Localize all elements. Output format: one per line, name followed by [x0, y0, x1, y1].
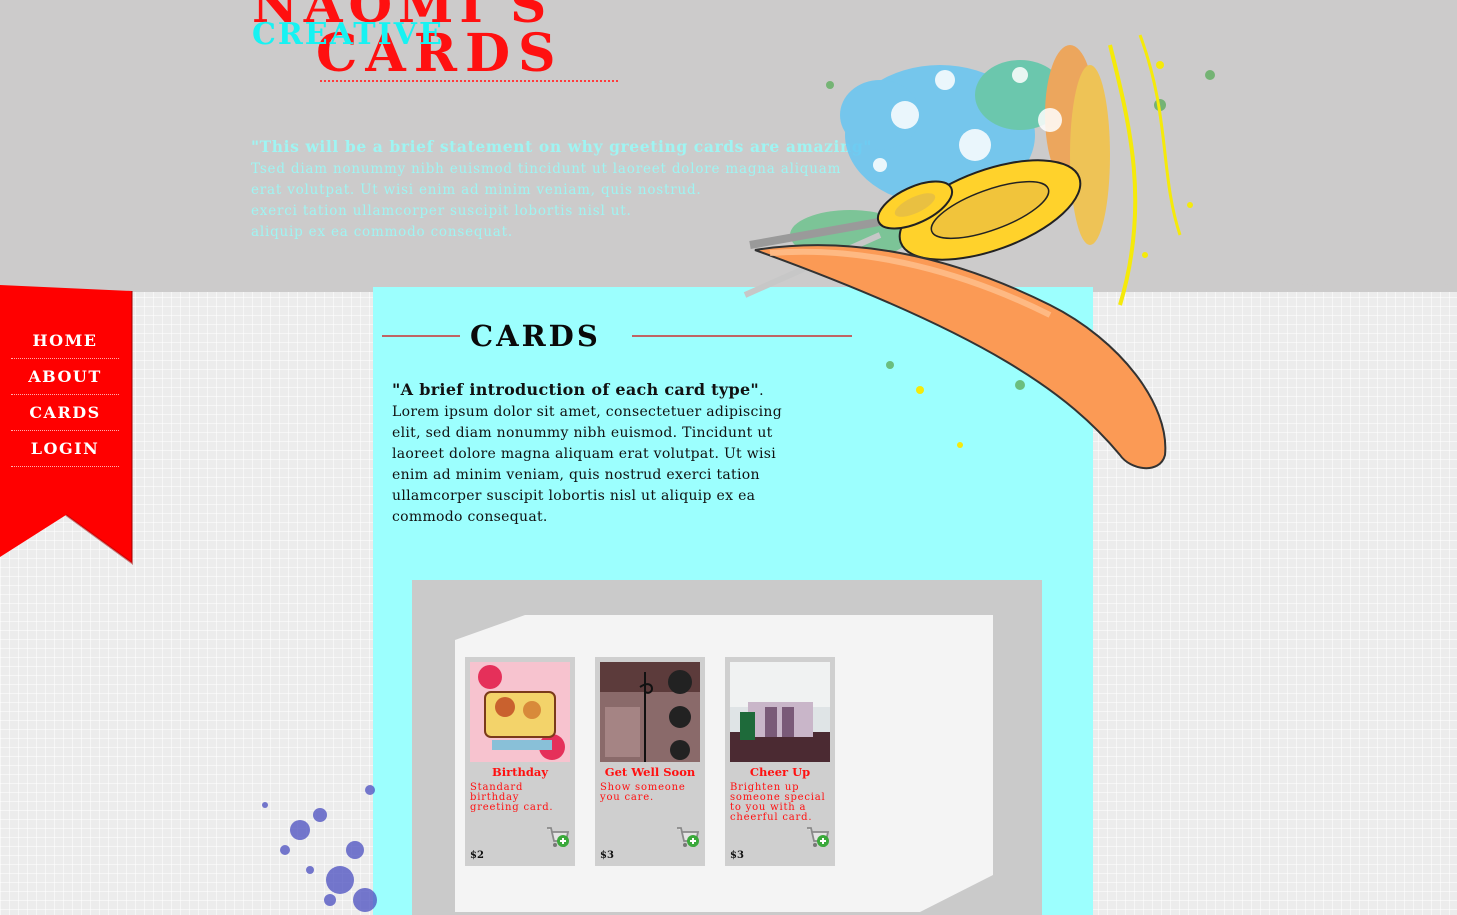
get-well-soon-card-image[interactable] [600, 662, 700, 762]
purple-paint-splatter [262, 785, 377, 912]
card-price: $3 [730, 850, 744, 861]
birthday-card-image[interactable] [470, 662, 570, 762]
heading-rule-right [632, 335, 852, 337]
card-item-cheer-up[interactable]: Cheer Up Brighten up someone special to … [725, 657, 835, 866]
nav-item-about[interactable]: ABOUT [11, 359, 119, 395]
section-heading: CARDS [382, 318, 852, 354]
logo-underline [320, 80, 618, 82]
intro-body: . Lorem ipsum dolor sit amet, consectetu… [392, 383, 782, 525]
main-nav: HOME ABOUT CARDS LOGIN [11, 323, 119, 467]
section-intro: "A brief introduction of each card type"… [392, 379, 812, 528]
card-price: $3 [600, 850, 614, 861]
brand-logo[interactable]: NAOMI'S CARDS CREATIVE [250, 0, 630, 90]
heading-rule-left [382, 335, 460, 337]
card-item-get-well-soon[interactable]: Get Well Soon Show someone you care. $3 [595, 657, 705, 866]
page-title: CARDS [470, 319, 601, 353]
nav-item-login[interactable]: LOGIN [11, 431, 119, 467]
logo-text-creative: CREATIVE [252, 17, 444, 52]
add-to-cart-icon[interactable] [545, 824, 571, 850]
card-item-birthday[interactable]: Birthday Standard birthday greeting card… [465, 657, 575, 866]
card-title: Get Well Soon [604, 765, 696, 779]
card-title: Birthday [492, 765, 548, 779]
card-price: $2 [470, 850, 484, 861]
card-description: Show someone you care. [600, 782, 686, 803]
card-description: Standard birthday greeting card. [470, 782, 554, 813]
add-to-cart-icon[interactable] [805, 824, 831, 850]
intro-heading: "A brief introduction of each card type" [392, 380, 760, 399]
nav-item-home[interactable]: HOME [11, 323, 119, 359]
card-title: Cheer Up [749, 765, 811, 779]
card-description: Brighten up someone special to you with … [730, 782, 826, 823]
add-to-cart-icon[interactable] [675, 824, 701, 850]
nav-item-cards[interactable]: CARDS [11, 395, 119, 431]
cheer-up-card-image[interactable] [730, 662, 830, 762]
